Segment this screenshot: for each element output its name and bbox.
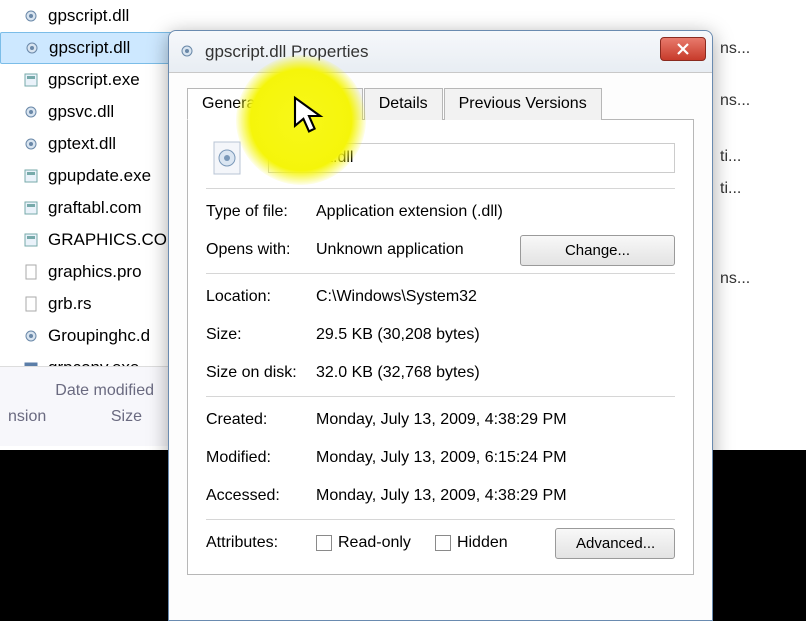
- app-icon: [22, 167, 40, 185]
- file-icon: [22, 295, 40, 313]
- attributes-label: Attributes:: [206, 534, 316, 552]
- detail-label: nsion: [8, 408, 46, 426]
- file-name: gpscript.dll: [48, 6, 129, 26]
- advanced-button[interactable]: Advanced...: [555, 528, 675, 559]
- file-name: gpsvc.dll: [48, 102, 114, 122]
- detail-label: Size: [111, 408, 162, 426]
- file-icon: [22, 263, 40, 281]
- created-value: Monday, July 13, 2009, 4:38:29 PM: [316, 411, 675, 429]
- checkbox-icon: [435, 535, 451, 551]
- opens-with-value: Unknown application: [316, 241, 520, 259]
- gear-icon: [23, 39, 41, 57]
- file-name: gpscript.exe: [48, 70, 140, 90]
- tab-previous-versions[interactable]: Previous Versions: [444, 88, 602, 120]
- tab-details[interactable]: Details: [364, 88, 443, 120]
- file-name: grb.rs: [48, 294, 91, 314]
- tab-security[interactable]: Security: [275, 88, 363, 120]
- close-button[interactable]: [660, 37, 706, 61]
- tab-panel-general: Type of file: Application extension (.dl…: [187, 120, 694, 575]
- readonly-label: Read-only: [338, 534, 411, 552]
- text-fragment: ns...: [720, 40, 800, 72]
- filename-input[interactable]: [268, 143, 675, 173]
- dialog-title: gpscript.dll Properties: [205, 42, 368, 62]
- app-icon: [22, 231, 40, 249]
- file-name: Groupinghc.d: [48, 326, 150, 346]
- file-type-icon: [206, 136, 250, 180]
- right-column-fragments: ns... ns... ti... ti... ns...: [720, 40, 800, 302]
- change-button[interactable]: Change...: [520, 235, 675, 266]
- accessed-label: Accessed:: [206, 487, 316, 505]
- type-label: Type of file:: [206, 203, 316, 221]
- app-icon: [22, 199, 40, 217]
- file-name: gptext.dll: [48, 134, 116, 154]
- close-icon: [676, 42, 690, 56]
- opens-with-label: Opens with:: [206, 241, 316, 259]
- file-name: gpscript.dll: [49, 38, 130, 58]
- size-on-disk-label: Size on disk:: [206, 364, 316, 382]
- location-value: C:\Windows\System32: [316, 288, 675, 306]
- file-name: GRAPHICS.CO: [48, 230, 167, 250]
- modified-value: Monday, July 13, 2009, 6:15:24 PM: [316, 449, 675, 467]
- details-pane: Date modified nsion Size: [0, 366, 170, 446]
- readonly-checkbox[interactable]: Read-only: [316, 534, 411, 552]
- gear-icon: [22, 327, 40, 345]
- titlebar[interactable]: gpscript.dll Properties: [169, 31, 712, 73]
- size-value: 29.5 KB (30,208 bytes): [316, 326, 675, 344]
- gear-icon: [22, 103, 40, 121]
- detail-label: Date modified: [8, 382, 162, 400]
- created-label: Created:: [206, 411, 316, 429]
- hidden-label: Hidden: [457, 534, 508, 552]
- gear-icon: [22, 7, 40, 25]
- tab-strip: General Security Details Previous Versio…: [187, 87, 694, 120]
- file-name: graftabl.com: [48, 198, 142, 218]
- text-fragment: ti...: [720, 180, 800, 212]
- type-value: Application extension (.dll): [316, 203, 675, 221]
- gear-icon: [22, 135, 40, 153]
- dialog-icon: [179, 43, 197, 61]
- modified-label: Modified:: [206, 449, 316, 467]
- size-label: Size:: [206, 326, 316, 344]
- hidden-checkbox[interactable]: Hidden: [435, 534, 508, 552]
- file-item[interactable]: gpscript.dll: [0, 0, 380, 32]
- file-name: gpupdate.exe: [48, 166, 151, 186]
- text-fragment: ti...: [720, 148, 800, 180]
- file-name: graphics.pro: [48, 262, 142, 282]
- checkbox-icon: [316, 535, 332, 551]
- location-label: Location:: [206, 288, 316, 306]
- accessed-value: Monday, July 13, 2009, 4:38:29 PM: [316, 487, 675, 505]
- text-fragment: ns...: [720, 270, 800, 302]
- size-on-disk-value: 32.0 KB (32,768 bytes): [316, 364, 675, 382]
- properties-dialog: gpscript.dll Properties General Security…: [168, 30, 713, 621]
- app-icon: [22, 71, 40, 89]
- text-fragment: ns...: [720, 92, 800, 124]
- tab-general[interactable]: General: [187, 88, 274, 120]
